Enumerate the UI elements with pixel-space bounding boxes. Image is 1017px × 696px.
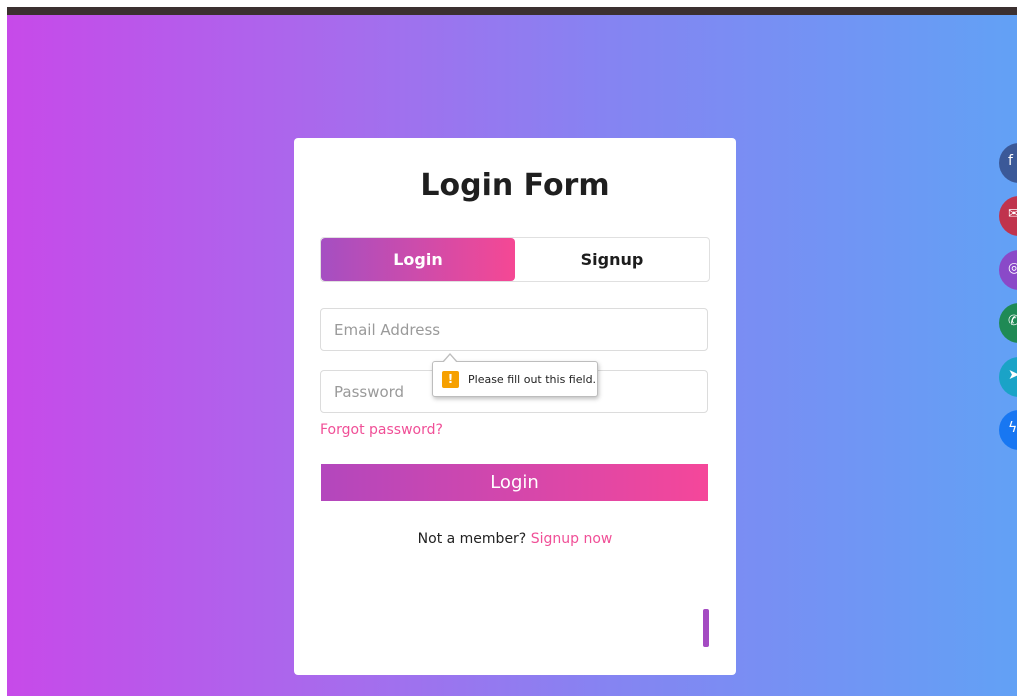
warning-icon: ! (442, 370, 459, 388)
login-button[interactable]: Login (321, 464, 708, 501)
signup-now-link[interactable]: Signup now (531, 531, 613, 547)
form-title: Login Form (420, 168, 610, 203)
member-prompt-text: Not a member? (417, 531, 527, 547)
forgot-password-link[interactable]: Forgot password? (320, 422, 443, 438)
tooltip-message: Please fill out this field. (468, 372, 597, 386)
signup-prompt: Not a member? Signup now (294, 531, 736, 547)
tab-switcher: Login Signup (320, 237, 710, 282)
tab-login[interactable]: Login (321, 238, 515, 281)
browser-strip (7, 7, 1017, 15)
login-card: Login Form Login Signup Forgot password?… (294, 138, 736, 675)
email-field[interactable] (320, 308, 708, 351)
scroll-indicator[interactable] (703, 609, 709, 647)
top-bar (0, 0, 1017, 15)
tab-signup[interactable]: Signup (515, 238, 709, 281)
validation-tooltip: ! Please fill out this field. (432, 353, 598, 397)
